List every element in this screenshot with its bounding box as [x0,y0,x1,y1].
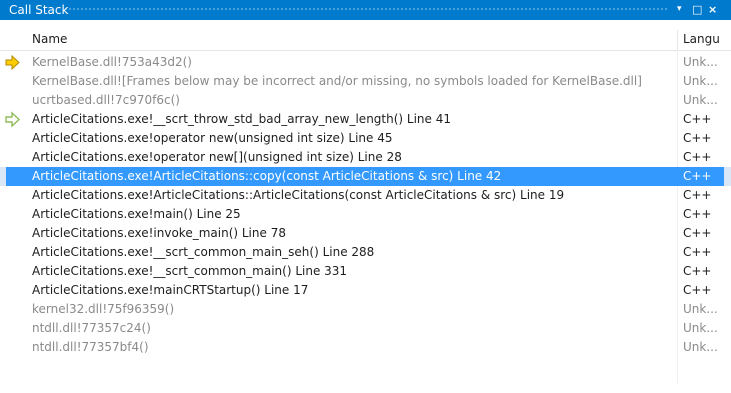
call-stack-title-bar[interactable]: Call Stack ▾ □ × [0,0,731,20]
call-stack-frame[interactable]: KernelBase.dll!753a43d2() Unk... [0,53,731,72]
call-stack-list: KernelBase.dll!753a43d2() Unk... KernelBas… [0,53,731,357]
column-header-name[interactable]: Name [32,32,67,46]
call-stack-frame[interactable]: ArticleCitations.exe!ArticleCitations::A… [0,186,731,205]
frame-marker-slot [5,224,23,243]
title-bar-grip[interactable] [64,7,667,12]
call-stack-frame-selected[interactable]: ArticleCitations.exe!ArticleCitations::c… [0,167,731,186]
frame-language: Unk... [683,55,718,69]
column-header-row: Name Langu [0,30,731,51]
frame-name: ArticleCitations.exe!mainCRTStartup() Li… [32,283,309,297]
call-stack-frame[interactable]: ArticleCitations.exe!main() Line 25 C++ [0,205,731,224]
frame-name: kernel32.dll!75f96359() [32,302,175,316]
call-stack-frame[interactable]: ArticleCitations.exe!__scrt_common_main(… [0,262,731,281]
frame-name: ArticleCitations.exe!operator new[](unsi… [32,150,402,164]
window-menu-dropdown-icon[interactable]: ▾ [677,4,682,14]
maximize-icon[interactable]: □ [692,3,702,16]
call-return-arrow-icon [5,110,23,129]
frame-name: ArticleCitations.exe!main() Line 25 [32,207,241,221]
frame-marker-slot [5,205,23,224]
close-icon[interactable]: × [708,3,717,16]
call-stack-frame[interactable]: ArticleCitations.exe!mainCRTStartup() Li… [0,281,731,300]
column-header-language[interactable]: Langu [683,32,729,46]
frame-marker-slot [5,148,23,167]
call-stack-frame[interactable]: ArticleCitations.exe!__scrt_throw_std_ba… [0,110,731,129]
frame-name: ntdll.dll!77357bf4() [32,340,149,354]
current-frame-arrow-icon [5,53,23,72]
frame-language: C++ [683,169,712,183]
column-resize-handle[interactable] [677,30,678,50]
frame-language: C++ [683,112,712,126]
frame-marker-slot [5,129,23,148]
frame-language: C++ [683,207,712,221]
frame-language: C++ [683,188,712,202]
call-stack-frame[interactable]: ntdll.dll!77357bf4() Unk... [0,338,731,357]
frame-language: Unk... [683,302,718,316]
frame-name: ArticleCitations.exe!ArticleCitations::A… [32,188,565,202]
frame-marker-slot [5,167,23,186]
call-stack-frame[interactable]: ucrtbased.dll!7c970f6c() Unk... [0,91,731,110]
frame-language: Unk... [683,340,718,354]
frame-name: ArticleCitations.exe!ArticleCitations::c… [32,169,502,183]
panel-title: Call Stack [9,3,69,17]
frame-marker-slot [5,72,23,91]
frame-name: ucrtbased.dll!7c970f6c() [32,93,180,107]
frame-language: Unk... [683,93,718,107]
frame-language: C++ [683,264,712,278]
frame-name: ArticleCitations.exe!__scrt_common_main_… [32,245,375,259]
call-stack-frame[interactable]: ArticleCitations.exe!__scrt_common_main_… [0,243,731,262]
frame-name: ArticleCitations.exe!__scrt_common_main(… [32,264,348,278]
frame-marker-slot [5,243,23,262]
call-stack-frame[interactable]: ArticleCitations.exe!operator new(unsign… [0,129,731,148]
call-stack-frame[interactable]: ArticleCitations.exe!operator new[](unsi… [0,148,731,167]
frame-marker-slot [5,91,23,110]
frame-name: KernelBase.dll![Frames below may be inco… [32,74,642,88]
frame-marker-slot [5,319,23,338]
frame-name: ArticleCitations.exe!operator new(unsign… [32,131,393,145]
frame-language: C++ [683,131,712,145]
frame-language: C++ [683,245,712,259]
frame-name: ArticleCitations.exe!__scrt_throw_std_ba… [32,112,451,126]
call-stack-frame[interactable]: KernelBase.dll![Frames below may be inco… [0,72,731,91]
frame-name: KernelBase.dll!753a43d2() [32,55,192,69]
call-stack-frame[interactable]: ntdll.dll!77357c24() Unk... [0,319,731,338]
frame-language: Unk... [683,321,718,335]
frame-marker-slot [5,338,23,357]
frame-language: Unk... [683,74,718,88]
frame-marker-slot [5,300,23,319]
frame-language: C++ [683,150,712,164]
frame-name: ntdll.dll!77357c24() [32,321,151,335]
call-stack-frame[interactable]: kernel32.dll!75f96359() Unk... [0,300,731,319]
frame-marker-slot [5,281,23,300]
frame-language: C++ [683,283,712,297]
frame-name: ArticleCitations.exe!invoke_main() Line … [32,226,286,240]
frame-language: C++ [683,226,712,240]
call-stack-frame[interactable]: ArticleCitations.exe!invoke_main() Line … [0,224,731,243]
frame-marker-slot [5,262,23,281]
frame-marker-slot [5,186,23,205]
